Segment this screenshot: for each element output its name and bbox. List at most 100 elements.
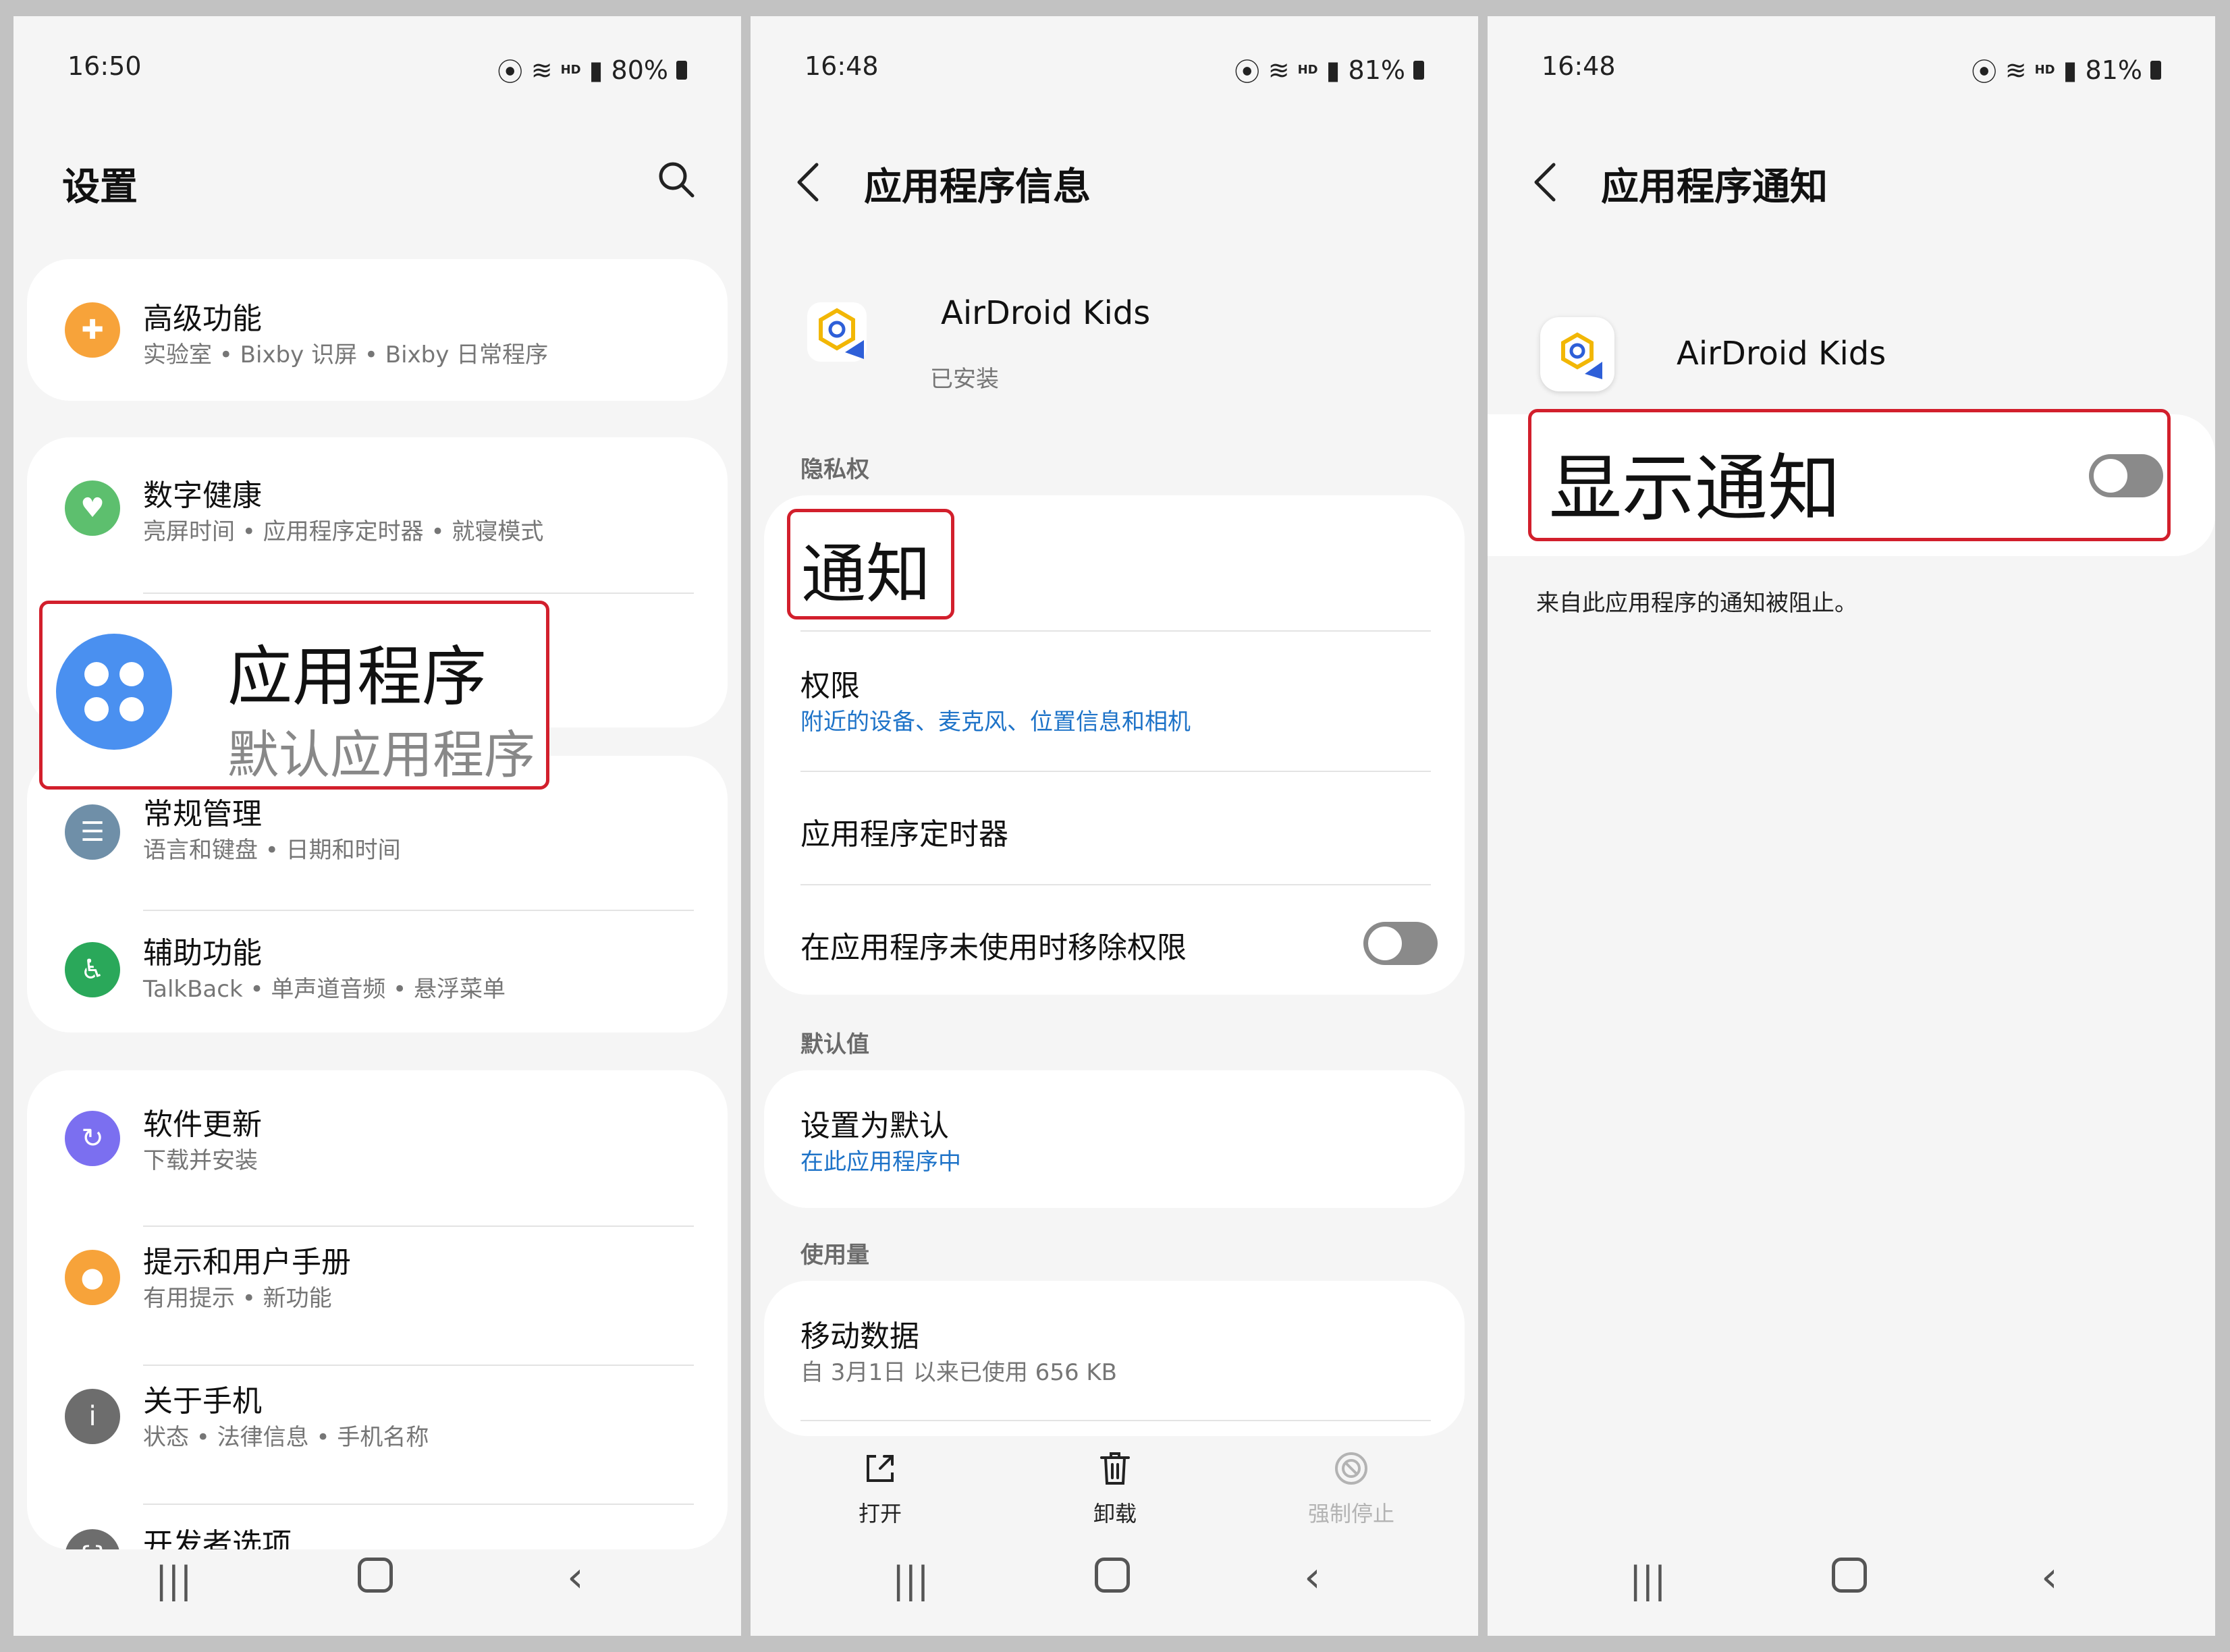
- battery-icon: [676, 60, 687, 80]
- location-icon: ⦿: [1234, 57, 1260, 87]
- force-stop-button[interactable]: 强制停止: [1284, 1450, 1419, 1528]
- divider: [143, 910, 694, 911]
- stop-icon: [1335, 1452, 1367, 1485]
- divider: [143, 593, 694, 594]
- back-button[interactable]: ‹: [1304, 1552, 1321, 1601]
- navigation-bar: ||| ‹: [13, 1541, 741, 1609]
- signal-icon: ▮: [1326, 55, 1340, 85]
- settings-screen: 16:50 ⦿ ≋ HD ▮ 80% 设置 ✚ 高级功能 实验室 • Bixby…: [13, 16, 741, 1636]
- navigation-bar: ||| ‹: [751, 1541, 1478, 1609]
- app-logo: [1540, 317, 1614, 391]
- item-title: 软件更新: [143, 1107, 262, 1142]
- settings-item-accessibility[interactable]: ♿ 辅助功能 TalkBack • 单声道音频 • 悬浮菜单: [27, 912, 728, 1032]
- show-notifications-title: 显示通知: [1549, 447, 1841, 531]
- item-subtitle: 亮屏时间 • 应用程序定时器 • 就寝模式: [143, 518, 544, 545]
- open-button[interactable]: 打开: [813, 1450, 948, 1528]
- permissions-row[interactable]: 权限 附近的设备、麦克风、位置信息和相机: [764, 630, 1465, 763]
- item-subtitle: 语言和键盘 • 日期和时间: [143, 837, 401, 864]
- notifications-blocked-message: 来自此应用程序的通知被阻止。: [1536, 590, 1857, 617]
- section-usage: 使用量: [800, 1242, 869, 1269]
- apps-icon: [56, 634, 172, 750]
- home-button[interactable]: [358, 1558, 393, 1593]
- remove-permissions-row[interactable]: 在应用程序未使用时移除权限: [764, 885, 1465, 995]
- highlight-apps-callout[interactable]: 应用程序 默认应用程序: [39, 601, 549, 790]
- item-title: 常规管理: [143, 797, 262, 831]
- search-icon[interactable]: [656, 159, 697, 200]
- permissions-title: 权限: [800, 669, 860, 703]
- settings-item-digital-wellbeing[interactable]: ♥ 数字健康 亮屏时间 • 应用程序定时器 • 就寝模式: [27, 437, 728, 572]
- status-bar: 16:50 ⦿ ≋ HD ▮ 80%: [67, 49, 687, 87]
- battery-percent: 81%: [2085, 55, 2142, 85]
- status-time: 16:48: [805, 51, 879, 81]
- navigation-bar: ||| ‹: [1488, 1541, 2215, 1609]
- home-button[interactable]: [1095, 1558, 1130, 1593]
- app-timer-row[interactable]: 应用程序定时器: [764, 772, 1465, 883]
- recents-button[interactable]: |||: [892, 1559, 929, 1601]
- back-arrow-icon[interactable]: [1531, 161, 1560, 204]
- mobile-data-row[interactable]: 移动数据 自 3月1日 以来已使用 656 KB: [764, 1281, 1465, 1416]
- section-defaults: 默认值: [800, 1031, 869, 1058]
- wifi-icon: ≋: [531, 55, 553, 85]
- item-title: 辅助功能: [143, 936, 262, 970]
- defaults-card: 设置为默认 在此应用程序中: [764, 1070, 1465, 1208]
- home-button[interactable]: [1832, 1558, 1867, 1593]
- show-notifications-toggle[interactable]: [2089, 454, 2163, 497]
- settings-item-about-phone[interactable]: i 关于手机 状态 • 法律信息 • 手机名称: [27, 1367, 728, 1502]
- battery-percent: 81%: [1348, 55, 1405, 85]
- item-subtitle: 状态 • 法律信息 • 手机名称: [143, 1424, 429, 1451]
- hd-icon: HD: [2034, 63, 2055, 77]
- item-title: 高级功能: [143, 302, 262, 336]
- show-notifications-callout[interactable]: 显示通知: [1528, 409, 2171, 541]
- wifi-icon: ≋: [2005, 55, 2027, 85]
- recents-button[interactable]: |||: [1629, 1559, 1666, 1601]
- update-icon: ↻: [65, 1111, 120, 1166]
- settings-item-tips[interactable]: ● 提示和用户手册 有用提示 • 新功能: [27, 1227, 728, 1362]
- apps-title: 应用程序: [227, 639, 487, 715]
- airdroid-kids-logo-icon: [807, 302, 867, 362]
- mobile-data-title: 移动数据: [800, 1319, 919, 1354]
- trash-icon: [1100, 1452, 1130, 1485]
- mobile-data-subtitle: 自 3月1日 以来已使用 656 KB: [800, 1359, 1118, 1386]
- back-arrow-icon[interactable]: [794, 161, 823, 204]
- back-button[interactable]: ‹: [567, 1552, 584, 1601]
- item-subtitle: 实验室 • Bixby 识屏 • Bixby 日常程序: [143, 341, 549, 368]
- item-subtitle: 有用提示 • 新功能: [143, 1285, 332, 1312]
- status-bar: 16:48 ⦿ ≋ HD ▮ 81%: [1542, 49, 2161, 87]
- recents-button[interactable]: |||: [155, 1559, 192, 1601]
- notifications-row-callout[interactable]: 通知: [787, 509, 954, 620]
- remove-permissions-toggle[interactable]: [1363, 922, 1438, 965]
- item-subtitle: TalkBack • 单声道音频 • 悬浮菜单: [143, 976, 506, 1003]
- set-default-row[interactable]: 设置为默认 在此应用程序中: [764, 1070, 1465, 1208]
- signal-icon: ▮: [2063, 55, 2077, 85]
- battery-icon: [2150, 60, 2161, 80]
- set-default-subtitle: 在此应用程序中: [800, 1149, 961, 1176]
- heart-circle-icon: ♥: [65, 480, 120, 536]
- hd-icon: HD: [560, 63, 581, 77]
- app-name: AirDroid Kids: [941, 294, 1151, 332]
- page-title: 应用程序信息: [864, 165, 1091, 209]
- item-title: 数字健康: [143, 478, 262, 513]
- item-subtitle: 下载并安装: [143, 1147, 258, 1174]
- settings-item-advanced[interactable]: ✚ 高级功能 实验室 • Bixby 识屏 • Bixby 日常程序: [27, 259, 728, 401]
- app-name: AirDroid Kids: [1677, 335, 1886, 373]
- set-default-title: 设置为默认: [800, 1109, 949, 1143]
- open-label: 打开: [858, 1501, 902, 1526]
- remove-permissions-title: 在应用程序未使用时移除权限: [800, 931, 1187, 965]
- battery-icon: [1413, 60, 1424, 80]
- app-logo: [805, 300, 869, 364]
- notifications-title: 通知: [801, 536, 931, 612]
- wifi-icon: ≋: [1268, 55, 1290, 85]
- divider: [800, 1420, 1431, 1421]
- back-button[interactable]: ‹: [2041, 1552, 2058, 1601]
- permissions-subtitle: 附近的设备、麦克风、位置信息和相机: [800, 709, 1191, 736]
- accessibility-icon: ♿: [65, 942, 120, 997]
- settings-item-software-update[interactable]: ↻ 软件更新 下载并安装: [27, 1070, 728, 1205]
- battery-percent: 80%: [611, 55, 668, 85]
- app-notifications-screen: 16:48 ⦿ ≋ HD ▮ 81% 应用程序通知 AirDroid Kids …: [1488, 16, 2215, 1636]
- signal-icon: ▮: [589, 55, 603, 85]
- location-icon: ⦿: [497, 57, 523, 87]
- status-bar: 16:48 ⦿ ≋ HD ▮ 81%: [805, 49, 1424, 87]
- plus-gear-icon: ✚: [65, 302, 120, 358]
- status-time: 16:48: [1542, 51, 1616, 81]
- uninstall-button[interactable]: 卸载: [1048, 1450, 1182, 1528]
